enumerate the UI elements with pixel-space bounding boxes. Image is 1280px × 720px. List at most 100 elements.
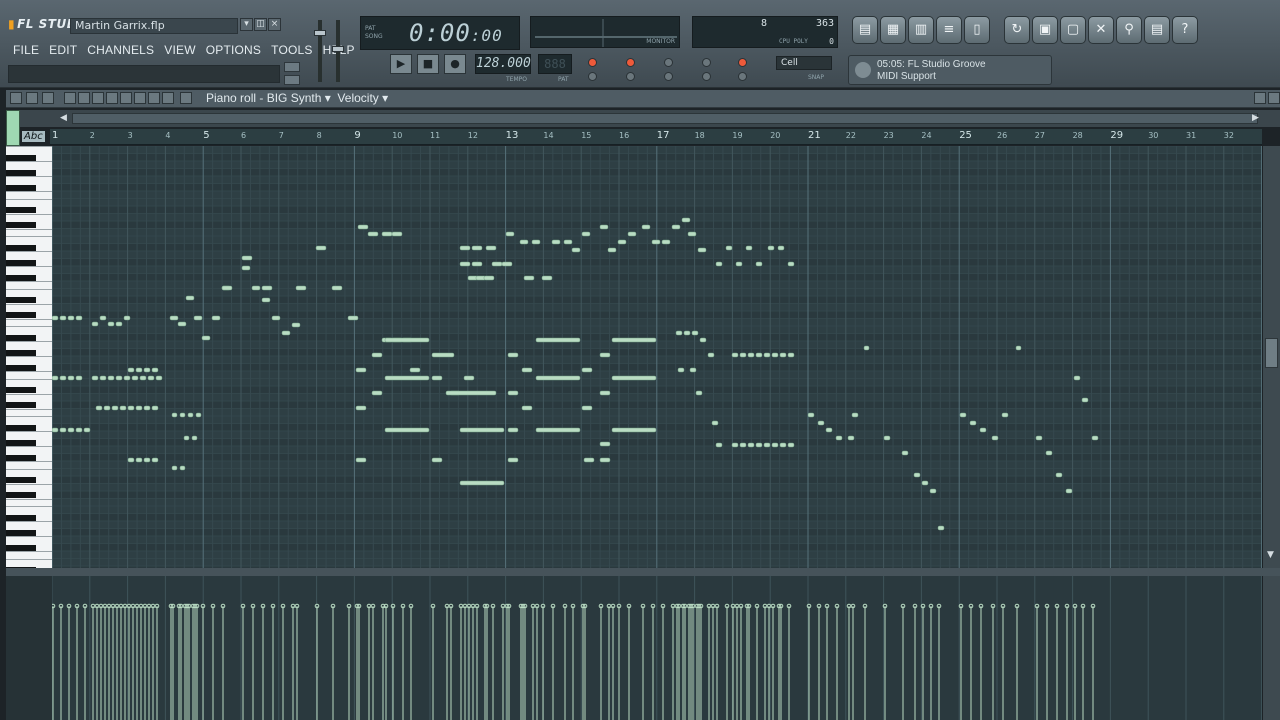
velocity-editor[interactable] bbox=[52, 576, 1262, 720]
horizontal-scroll-track[interactable] bbox=[72, 113, 1258, 124]
black-key[interactable] bbox=[6, 184, 36, 191]
black-key[interactable] bbox=[6, 544, 36, 551]
horizontal-scroll[interactable]: ◀ ▶ bbox=[6, 110, 1280, 127]
select-icon[interactable] bbox=[134, 92, 146, 104]
menu-file[interactable]: FILE bbox=[8, 41, 44, 59]
toggle-icon[interactable] bbox=[284, 75, 300, 85]
scroll-right-icon[interactable]: ▶ bbox=[1252, 113, 1259, 123]
typing-keyboard-led[interactable] bbox=[588, 72, 597, 81]
step-sequencer-icon[interactable]: ▦ bbox=[880, 16, 906, 44]
delete-icon[interactable] bbox=[92, 92, 104, 104]
notes-icon[interactable]: ▤ bbox=[1144, 16, 1170, 44]
mixer-icon[interactable]: ▯ bbox=[964, 16, 990, 44]
render-icon[interactable]: ▢ bbox=[1060, 16, 1086, 44]
menu-view[interactable]: VIEW bbox=[159, 41, 200, 59]
green-tab[interactable] bbox=[6, 110, 20, 146]
note bbox=[507, 457, 519, 463]
close-icon[interactable]: × bbox=[268, 18, 281, 31]
brush-icon[interactable] bbox=[78, 92, 90, 104]
playlist-icon[interactable]: ▤ bbox=[852, 16, 878, 44]
vertical-scroll-thumb[interactable] bbox=[1265, 338, 1278, 368]
tempo-display[interactable]: 128.000 bbox=[475, 54, 531, 74]
piano-roll-channel[interactable]: Piano roll - BIG Synth bbox=[206, 91, 321, 105]
restore-icon[interactable] bbox=[1254, 92, 1266, 104]
black-key[interactable] bbox=[6, 514, 36, 521]
black-key[interactable] bbox=[6, 244, 36, 251]
black-key[interactable] bbox=[6, 477, 36, 483]
scroll-left-icon[interactable]: ◀ bbox=[60, 113, 67, 123]
multilink-led[interactable] bbox=[738, 72, 747, 81]
menu-arrow-icon[interactable] bbox=[10, 92, 22, 104]
close-icon[interactable] bbox=[1268, 92, 1280, 104]
browser-icon[interactable]: ≡ bbox=[936, 16, 962, 44]
menu-tools[interactable]: TOOLS bbox=[266, 41, 317, 59]
speaker-icon[interactable] bbox=[180, 92, 192, 104]
countdown-led[interactable] bbox=[664, 72, 673, 81]
tools-icon[interactable] bbox=[42, 92, 54, 104]
note-grid[interactable] bbox=[52, 146, 1262, 568]
pattern-number[interactable]: 888 bbox=[538, 54, 572, 74]
snap-select[interactable]: Cell bbox=[776, 56, 832, 70]
black-key[interactable] bbox=[6, 424, 36, 431]
black-key[interactable] bbox=[6, 492, 36, 498]
menu-options[interactable]: OPTIONS bbox=[201, 41, 266, 59]
search-icon[interactable]: ⚲ bbox=[1116, 16, 1142, 44]
news-panel[interactable]: 05:05: FL Studio Groove MIDI Support bbox=[848, 55, 1052, 85]
metronome-led[interactable] bbox=[626, 58, 635, 67]
bar-ruler[interactable]: 1 2 3 4 5 6 7 8 9 10 11 12 13 14 15 16 17 18 19 20 21 22 23 24 2… bbox=[50, 129, 1262, 145]
piano-keyboard[interactable] bbox=[6, 146, 52, 568]
black-key[interactable] bbox=[6, 387, 36, 393]
save-icon[interactable]: ▣ bbox=[1032, 16, 1058, 44]
menu-edit[interactable]: EDIT bbox=[44, 41, 82, 59]
black-key[interactable] bbox=[6, 402, 36, 408]
note bbox=[281, 330, 291, 336]
menu-dropdown-button[interactable]: ▾ bbox=[240, 18, 253, 31]
blend-led[interactable] bbox=[702, 72, 711, 81]
stop-button[interactable]: ■ bbox=[417, 54, 439, 74]
wait-input-led[interactable] bbox=[626, 72, 635, 81]
black-key[interactable] bbox=[6, 274, 36, 281]
black-key[interactable] bbox=[6, 297, 36, 303]
menu-channels[interactable]: CHANNELS bbox=[82, 41, 159, 59]
loop-record-led[interactable] bbox=[702, 58, 711, 67]
note bbox=[787, 261, 795, 267]
tools-icon[interactable]: ✕ bbox=[1088, 16, 1114, 44]
record-button[interactable]: ● bbox=[444, 54, 466, 74]
piano-roll-event-mode[interactable]: Velocity bbox=[337, 91, 378, 105]
black-key[interactable] bbox=[6, 364, 36, 371]
black-key[interactable] bbox=[6, 529, 36, 536]
online-icon[interactable] bbox=[284, 62, 300, 72]
event-splitter[interactable] bbox=[6, 568, 1280, 576]
mute-icon[interactable] bbox=[106, 92, 118, 104]
slice-icon[interactable] bbox=[120, 92, 132, 104]
record-led[interactable] bbox=[738, 58, 747, 67]
pencil-icon[interactable] bbox=[64, 92, 76, 104]
note-names-button[interactable]: Abc bbox=[22, 131, 45, 142]
zoom-icon[interactable] bbox=[148, 92, 160, 104]
black-key[interactable] bbox=[6, 349, 36, 356]
piano-roll-icon[interactable]: ▥ bbox=[908, 16, 934, 44]
black-key[interactable] bbox=[6, 154, 36, 161]
black-key[interactable] bbox=[6, 222, 36, 228]
black-key[interactable] bbox=[6, 454, 36, 461]
pat-song-indicator[interactable]: PAT SONG bbox=[365, 25, 383, 41]
step-edit-led[interactable] bbox=[664, 58, 673, 67]
vertical-scroll[interactable]: ▼ bbox=[1263, 146, 1280, 568]
black-key[interactable] bbox=[6, 207, 36, 213]
undo-icon[interactable]: ↻ bbox=[1004, 16, 1030, 44]
black-key[interactable] bbox=[6, 169, 36, 176]
velocity-scroll[interactable] bbox=[1263, 576, 1280, 720]
help-icon[interactable]: ? bbox=[1172, 16, 1198, 44]
black-key[interactable] bbox=[6, 259, 36, 266]
play-button[interactable]: ▶ bbox=[390, 54, 412, 74]
playback-icon[interactable] bbox=[162, 92, 174, 104]
magnet-icon[interactable] bbox=[26, 92, 38, 104]
black-key[interactable] bbox=[6, 312, 36, 318]
black-key[interactable] bbox=[6, 334, 36, 341]
scroll-down-icon[interactable]: ▼ bbox=[1267, 550, 1274, 560]
restore-icon[interactable]: ◫ bbox=[254, 18, 267, 31]
master-volume-slider[interactable] bbox=[314, 30, 326, 36]
master-pitch-slider[interactable] bbox=[332, 46, 344, 52]
pattern-song-led[interactable] bbox=[588, 58, 597, 67]
black-key[interactable] bbox=[6, 439, 36, 446]
